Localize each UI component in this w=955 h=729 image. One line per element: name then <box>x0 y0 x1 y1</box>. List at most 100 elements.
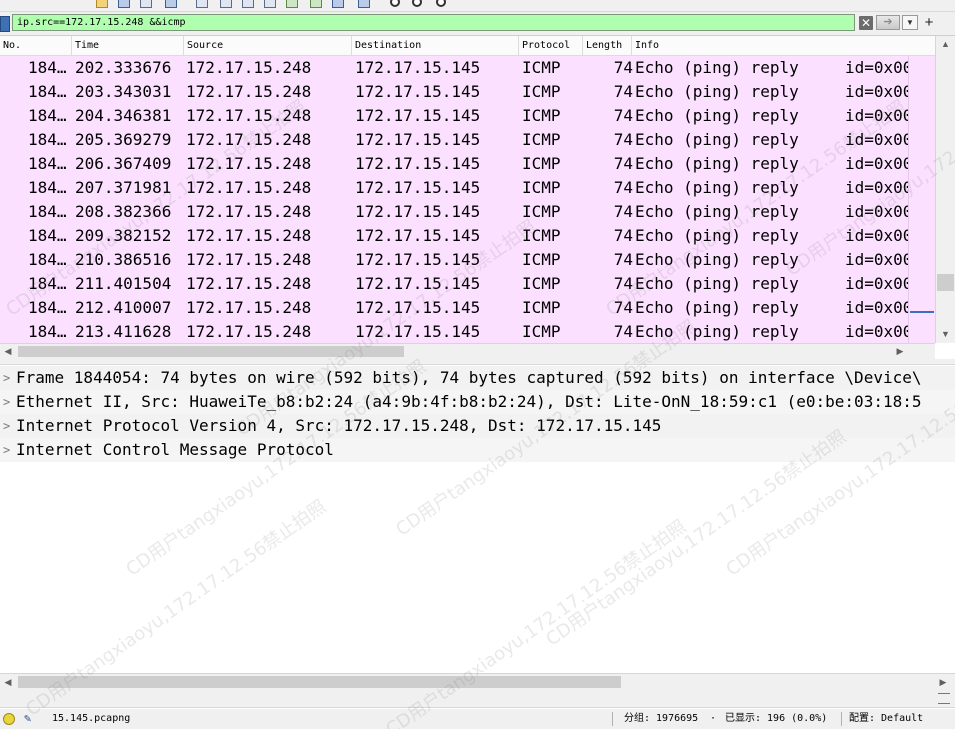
cell-protocol: ICMP <box>522 178 561 197</box>
close-file-icon[interactable] <box>140 0 152 8</box>
cell-info-id: id=0x00 <box>845 178 908 197</box>
table-row[interactable]: 184… 203.343031 172.17.15.248 172.17.15.145… <box>0 80 908 104</box>
table-row[interactable]: 184… 204.346381 172.17.15.248 172.17.15.145… <box>0 104 908 128</box>
cell-time: 203.343031 <box>75 82 172 101</box>
cell-source: 172.17.15.248 <box>186 106 312 125</box>
table-row[interactable]: 184… 210.386516 172.17.15.248 172.17.15.145… <box>0 248 908 272</box>
zoom-in-icon[interactable] <box>390 0 400 7</box>
scroll-right-icon[interactable]: ▶ <box>892 344 908 359</box>
cell-no: 184… <box>28 130 67 149</box>
cell-destination: 172.17.15.145 <box>355 58 481 77</box>
scroll-thumb[interactable] <box>18 676 621 688</box>
cell-no: 184… <box>28 298 67 317</box>
cell-length: 74 <box>613 322 633 341</box>
save-file-icon[interactable] <box>118 0 130 8</box>
scroll-thumb[interactable] <box>937 274 954 291</box>
splitter-grip-icon[interactable] <box>938 693 950 704</box>
cell-time: 208.382366 <box>75 202 172 221</box>
go-last-icon[interactable] <box>310 0 322 8</box>
cell-destination: 172.17.15.145 <box>355 178 481 197</box>
colorize-icon[interactable] <box>358 0 370 8</box>
pane-splitter[interactable] <box>0 690 955 708</box>
packet-list-horizontal-scrollbar[interactable]: ◀ ▶ <box>0 343 935 359</box>
details-horizontal-scrollbar[interactable]: ◀ ▶ <box>0 673 955 690</box>
table-row[interactable]: 184… 208.382366 172.17.15.248 172.17.15.145… <box>0 200 908 224</box>
table-row[interactable]: 184… 213.411628 172.17.15.248 172.17.15.145… <box>0 320 908 343</box>
cell-protocol: ICMP <box>522 130 561 149</box>
go-to-packet-icon[interactable] <box>264 0 276 8</box>
apply-filter-icon[interactable]: ➔ <box>876 15 900 30</box>
add-filter-button-icon[interactable]: + <box>922 14 936 31</box>
scroll-left-icon[interactable]: ◀ <box>0 344 16 359</box>
column-header-time[interactable]: Time <box>72 36 184 55</box>
cell-protocol: ICMP <box>522 298 561 317</box>
column-header-no[interactable]: No. <box>0 36 72 55</box>
cell-source: 172.17.15.248 <box>186 58 312 77</box>
cell-info-id: id=0x00 <box>845 82 908 101</box>
cell-protocol: ICMP <box>522 250 561 269</box>
display-filter-input[interactable]: ip.src==172.17.15.248 &&icmp <box>12 14 855 31</box>
table-row[interactable]: 184… 211.401504 172.17.15.248 172.17.15.145… <box>0 272 908 296</box>
column-header-protocol[interactable]: Protocol <box>519 36 583 55</box>
cell-info-id: id=0x00 <box>845 202 908 221</box>
cell-time: 206.367409 <box>75 154 172 173</box>
packet-minimap[interactable] <box>908 56 935 343</box>
table-row[interactable]: 184… 212.410007 172.17.15.248 172.17.15.145… <box>0 296 908 320</box>
table-row[interactable]: 184… 209.382152 172.17.15.248 172.17.15.145… <box>0 224 908 248</box>
column-header-destination[interactable]: Destination <box>352 36 519 55</box>
open-file-icon[interactable] <box>96 0 108 8</box>
column-header-info[interactable]: Info <box>632 36 908 55</box>
cell-protocol: ICMP <box>522 58 561 77</box>
cell-no: 184… <box>28 154 67 173</box>
column-header-source[interactable]: Source <box>184 36 352 55</box>
detail-tree-item-ethernet[interactable]: > Ethernet II, Src: HuaweiTe_b8:b2:24 (a… <box>0 390 955 414</box>
scroll-right-icon[interactable]: ▶ <box>935 674 951 690</box>
filter-bookmark-icon[interactable] <box>0 16 10 32</box>
scroll-down-icon[interactable]: ▼ <box>936 326 955 343</box>
zoom-normal-icon[interactable] <box>436 0 446 7</box>
cell-protocol: ICMP <box>522 226 561 245</box>
zoom-out-icon[interactable] <box>412 0 422 7</box>
detail-tree-item-icmp[interactable]: > Internet Control Message Protocol <box>0 438 955 462</box>
column-header-length[interactable]: Length <box>583 36 632 55</box>
table-row[interactable]: 184… 207.371981 172.17.15.248 172.17.15.145… <box>0 176 908 200</box>
cell-info-text: Echo (ping) reply <box>635 130 799 149</box>
go-back-icon[interactable] <box>220 0 232 8</box>
detail-tree-item-frame[interactable]: > Frame 1844054: 74 bytes on wire (592 b… <box>0 366 955 390</box>
cell-info-text: Echo (ping) reply <box>635 202 799 221</box>
autoscroll-icon[interactable] <box>332 0 344 8</box>
cell-time: 210.386516 <box>75 250 172 269</box>
cell-protocol: ICMP <box>522 202 561 221</box>
detail-tree-item-ipv4[interactable]: > Internet Protocol Version 4, Src: 172.… <box>0 414 955 438</box>
detail-text: Frame 1844054: 74 bytes on wire (592 bit… <box>16 368 922 387</box>
cell-source: 172.17.15.248 <box>186 178 312 197</box>
expand-chevron-icon[interactable]: > <box>3 414 13 438</box>
cell-length: 74 <box>613 82 633 101</box>
expand-chevron-icon[interactable]: > <box>3 366 13 390</box>
minimap-position-marker <box>910 311 934 313</box>
clear-filter-icon[interactable]: ✕ <box>859 16 873 30</box>
reload-icon[interactable] <box>165 0 177 8</box>
cell-source: 172.17.15.248 <box>186 154 312 173</box>
expand-chevron-icon[interactable]: > <box>3 438 13 462</box>
status-profile[interactable]: 配置: Default <box>849 709 923 729</box>
scroll-left-icon[interactable]: ◀ <box>0 674 16 690</box>
cell-time: 204.346381 <box>75 106 172 125</box>
find-packet-icon[interactable] <box>196 0 208 8</box>
cell-destination: 172.17.15.145 <box>355 250 481 269</box>
expert-info-indicator-icon[interactable] <box>3 713 15 725</box>
table-row[interactable]: 184… 205.369279 172.17.15.248 172.17.15.145… <box>0 128 908 152</box>
go-forward-icon[interactable] <box>242 0 254 8</box>
cell-info-id: id=0x00 <box>845 322 908 341</box>
cell-time: 212.410007 <box>75 298 172 317</box>
table-row[interactable]: 184… 206.367409 172.17.15.248 172.17.15.145… <box>0 152 908 176</box>
scroll-up-icon[interactable]: ▲ <box>936 36 955 53</box>
expand-chevron-icon[interactable]: > <box>3 390 13 414</box>
filter-history-dropdown-icon[interactable]: ▼ <box>902 15 918 30</box>
scroll-thumb[interactable] <box>18 346 404 357</box>
cell-info-text: Echo (ping) reply <box>635 226 799 245</box>
go-first-icon[interactable] <box>286 0 298 8</box>
table-row[interactable]: 184… 202.333676 172.17.15.248 172.17.15.145… <box>0 56 908 80</box>
packet-list-vertical-scrollbar[interactable]: ▲ ▼ <box>935 36 955 343</box>
capture-comment-icon[interactable]: ✎ <box>24 712 38 725</box>
